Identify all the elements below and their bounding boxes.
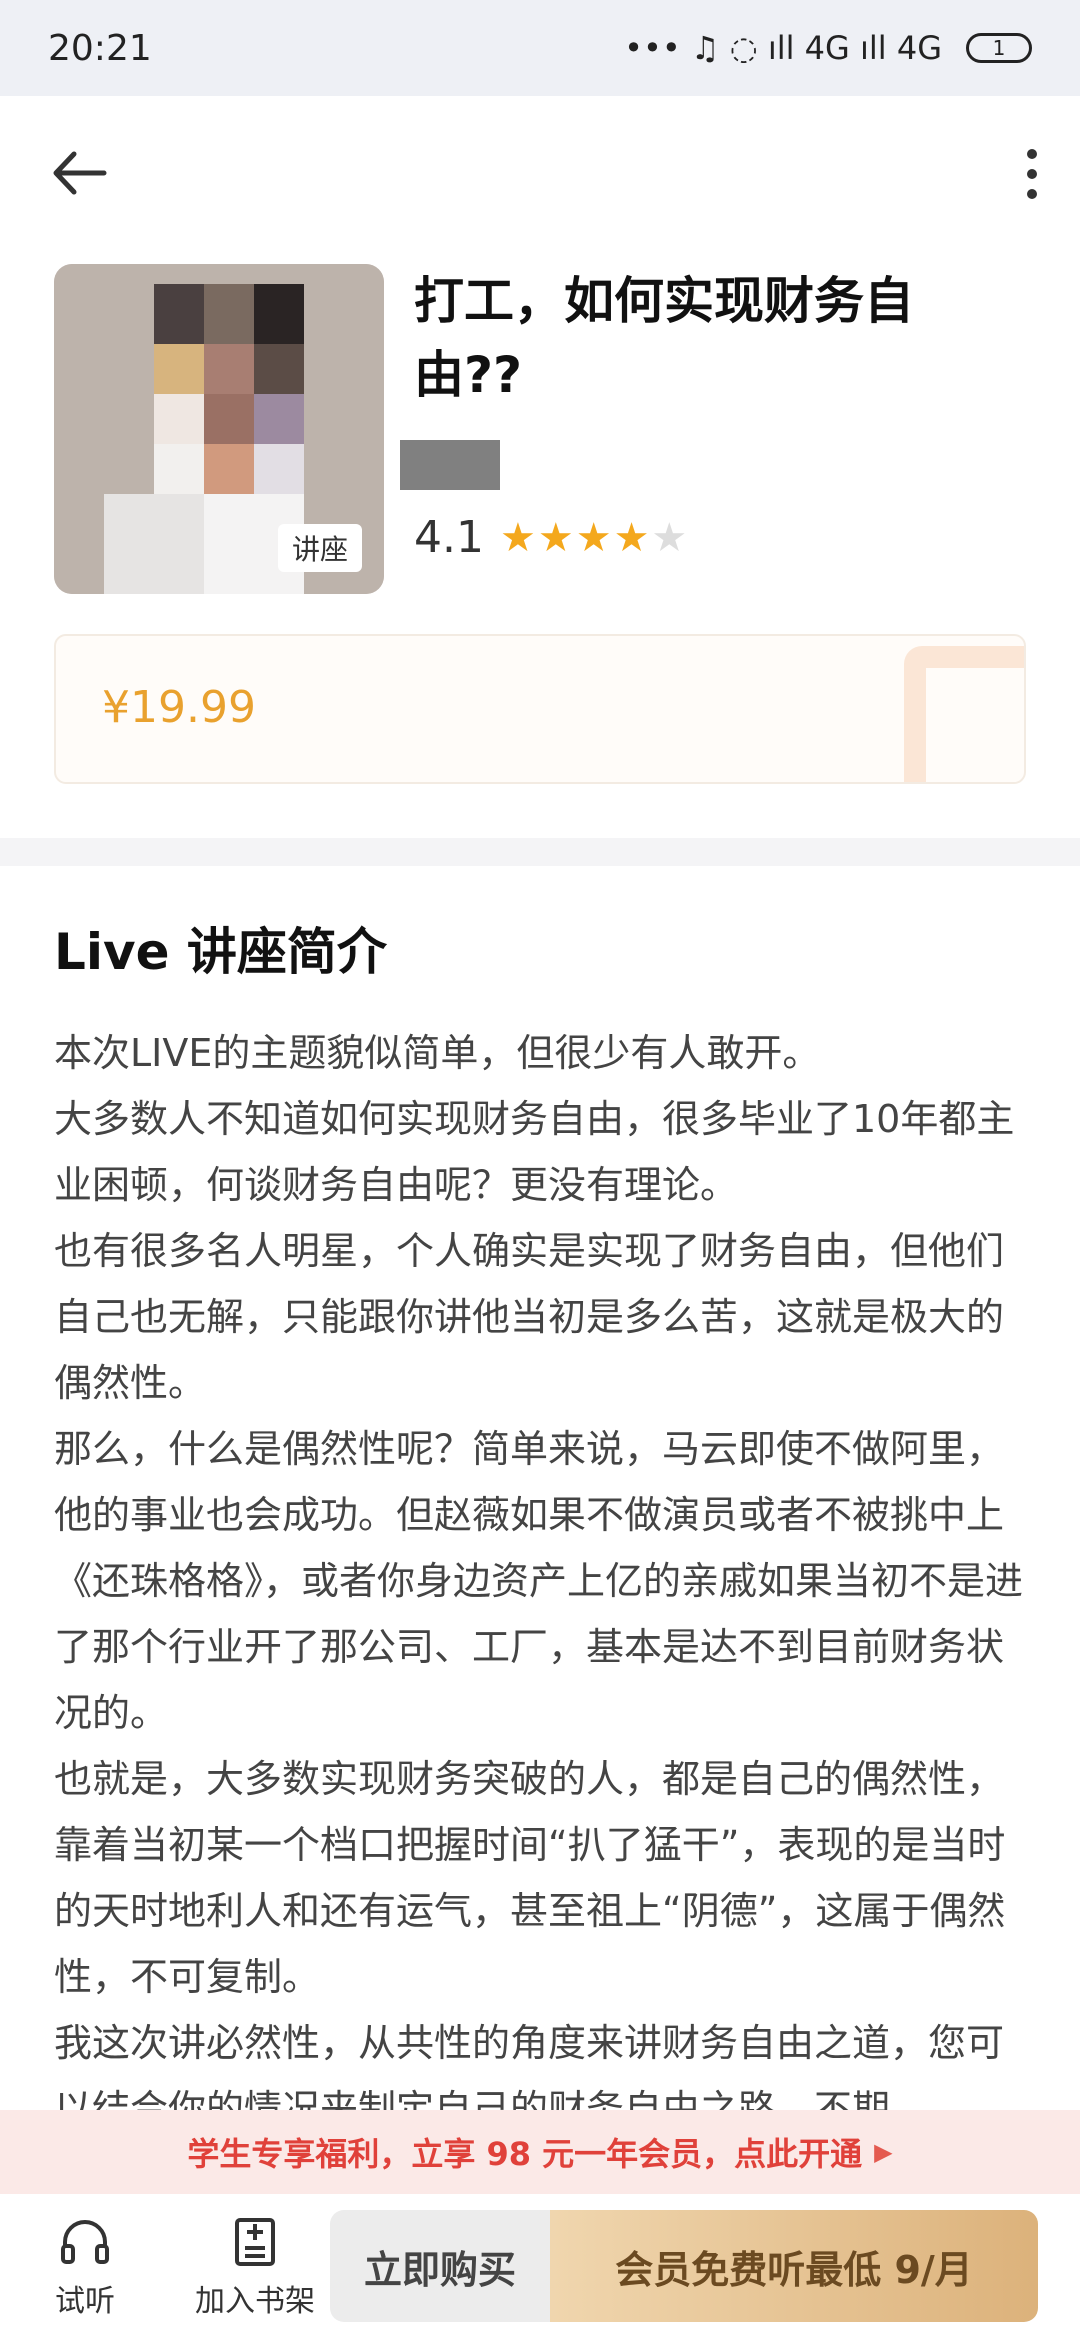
rating-stars: ★ ★ ★ ★ ★ <box>500 515 687 561</box>
battery-icon: 1 <box>966 33 1032 63</box>
intro-text: 本次LIVE的主题貌似简单，但很少有人敢开。 大多数人不知道如何实现财务自由，很… <box>54 1020 1034 2110</box>
intro-paragraph: 也有很多名人明星，个人确实是实现了财务自由，但他们自己也无解，只能跟你讲他当初是… <box>54 1229 1005 1405</box>
status-bar: 20:21 ••• ♫ ◌ ıll 4G ıll 4G 1 <box>0 0 1080 96</box>
bookshelf-label: 加入书架 <box>195 2284 315 2319</box>
signal-indicators: ••• ♫ ◌ ıll 4G ıll 4G <box>624 29 942 67</box>
star-empty-icon: ★ <box>651 514 688 561</box>
buy-now-button[interactable]: 立即购买 <box>330 2210 550 2322</box>
app-bar <box>0 96 1080 246</box>
decorative-shape <box>904 646 1024 782</box>
status-time: 20:21 <box>48 27 152 69</box>
star-icon: ★ <box>575 514 612 561</box>
back-arrow-icon[interactable] <box>48 148 108 198</box>
listen-label: 试听 <box>55 2284 115 2319</box>
add-to-bookshelf-button[interactable]: 加入书架 <box>170 2214 340 2320</box>
rating-row: 4.1 ★ ★ ★ ★ ★ <box>414 512 687 563</box>
author-avatar-blurred <box>400 440 500 490</box>
intro-paragraph: 本次LIVE的主题貌似简单，但很少有人敢开。 <box>54 1031 821 1075</box>
rating-score: 4.1 <box>414 512 484 563</box>
intro-paragraph: 那么，什么是偶然性呢？简单来说，马云即使不做阿里，他的事业也会成功。但赵薇如果不… <box>54 1427 1024 1735</box>
price-value: ¥19.99 <box>102 682 256 733</box>
status-icons: ••• ♫ ◌ ıll 4G ıll 4G 1 <box>624 29 1032 67</box>
star-icon: ★ <box>537 514 574 561</box>
bottom-action-bar: 试听 加入书架 立即购买 会员免费听最低 9/月 <box>0 2194 1080 2340</box>
intro-heading: Live 讲座简介 <box>54 923 387 981</box>
promo-text: 学生专享福利，立享 98 元一年会员，点此开通 <box>187 2135 863 2173</box>
bookshelf-add-icon <box>235 2218 275 2266</box>
more-options-icon[interactable] <box>1022 146 1042 202</box>
intro-paragraph: 也就是，大多数实现财务突破的人，都是自己的偶然性，靠着当初某一个档口把握时间“扒… <box>54 1757 1006 1999</box>
play-arrow-icon: ▶ <box>874 2138 893 2166</box>
intro-paragraph: 大多数人不知道如何实现财务自由，很多毕业了10年都主业困顿，何谈财务自由呢？更没… <box>54 1097 1015 1207</box>
intro-paragraph: 我这次讲必然性，从共性的角度来讲财务自由之道，您可以结合你的情况来制定自己的财务… <box>54 2021 1005 2110</box>
course-title: 打工，如何实现财务自由?? <box>414 272 914 404</box>
course-cover-image: 讲座 <box>54 264 384 594</box>
listen-button[interactable]: 试听 <box>0 2214 170 2320</box>
star-icon: ★ <box>499 514 536 561</box>
lecture-badge: 讲座 <box>277 524 362 572</box>
student-promo-banner[interactable]: 学生专享福利，立享 98 元一年会员，点此开通 ▶ <box>0 2110 1080 2194</box>
section-divider <box>0 838 1080 866</box>
star-icon: ★ <box>613 514 650 561</box>
headphones-icon <box>61 2220 109 2264</box>
price-card: ¥19.99 <box>54 634 1026 784</box>
vip-free-listen-button[interactable]: 会员免费听最低 9/月 <box>550 2210 1038 2322</box>
